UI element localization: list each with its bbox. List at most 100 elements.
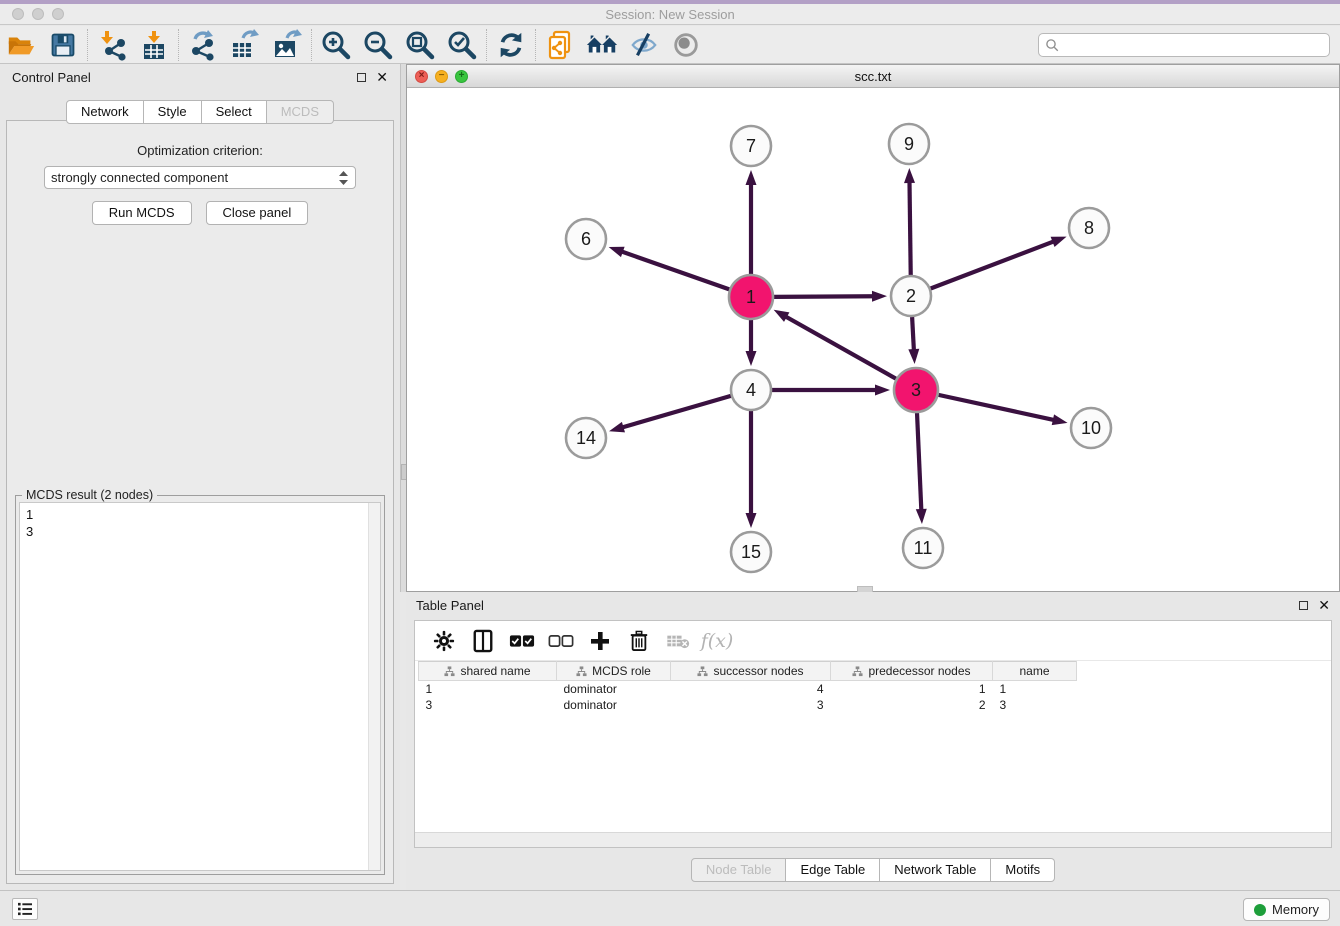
- zoom-out-button[interactable]: [357, 28, 399, 62]
- tab-select[interactable]: Select: [202, 100, 267, 124]
- graph-node[interactable]: 11: [903, 528, 943, 568]
- import-table-button[interactable]: [133, 28, 175, 62]
- column-header[interactable]: MCDS role: [557, 662, 671, 681]
- tab-mcds[interactable]: MCDS: [267, 100, 334, 124]
- graph-edge[interactable]: [774, 296, 874, 297]
- import-network-button[interactable]: [91, 28, 133, 62]
- task-history-button[interactable]: [12, 898, 38, 920]
- graph-edge[interactable]: [917, 413, 921, 511]
- network-titlebar[interactable]: × − + scc.txt: [407, 65, 1339, 88]
- graph-edge[interactable]: [938, 395, 1054, 420]
- copy-network-button[interactable]: [539, 28, 581, 62]
- network-canvas[interactable]: 7 9 6 8 1 2 4 3 14 10 15 11: [407, 88, 1339, 591]
- table-cell[interactable]: dominator: [557, 697, 671, 713]
- table-cell[interactable]: 3: [419, 697, 557, 713]
- column-header-label: name: [1019, 664, 1049, 678]
- graph-edge[interactable]: [621, 251, 729, 289]
- function-builder-button[interactable]: f(x): [702, 626, 732, 656]
- delete-column-button[interactable]: [624, 626, 654, 656]
- graph-edge-arrowhead: [908, 349, 919, 364]
- graph-node[interactable]: 9: [889, 124, 929, 164]
- graph-node[interactable]: 7: [731, 126, 771, 166]
- search-box[interactable]: [1038, 33, 1330, 57]
- table-row[interactable]: 1dominator411: [419, 681, 1077, 697]
- export-image-button[interactable]: [266, 28, 308, 62]
- zoom-in-button[interactable]: [315, 28, 357, 62]
- graph-edge[interactable]: [931, 241, 1055, 288]
- criterion-select[interactable]: strongly connected component: [44, 166, 356, 189]
- gear-icon: [433, 630, 455, 652]
- export-table-button[interactable]: [224, 28, 266, 62]
- refresh-button[interactable]: [490, 28, 532, 62]
- show-columns-button[interactable]: [468, 626, 498, 656]
- graph-node[interactable]: 15: [731, 532, 771, 572]
- delete-table-button[interactable]: [663, 626, 693, 656]
- table-row[interactable]: 3dominator323: [419, 697, 1077, 713]
- node-table[interactable]: shared nameMCDS rolesuccessor nodesprede…: [418, 661, 1077, 713]
- zoom-selected-button[interactable]: [441, 28, 483, 62]
- table-cell[interactable]: 4: [671, 681, 831, 697]
- open-session-button[interactable]: [0, 28, 42, 62]
- tab-network-table[interactable]: Network Table: [880, 858, 991, 882]
- graph-node[interactable]: 1: [729, 275, 773, 319]
- table-cell[interactable]: 3: [993, 697, 1077, 713]
- float-panel-icon[interactable]: [357, 73, 366, 82]
- column-header[interactable]: shared name: [419, 662, 557, 681]
- save-session-button[interactable]: [42, 28, 84, 62]
- graph-node[interactable]: 8: [1069, 208, 1109, 248]
- select-all-columns-button[interactable]: [507, 626, 537, 656]
- tab-motifs[interactable]: Motifs: [991, 858, 1055, 882]
- table-cell[interactable]: 1: [993, 681, 1077, 697]
- network-window: × − + scc.txt 7 9 6 8 1 2 4 3 14 10 15 11: [406, 64, 1340, 592]
- node-table-body[interactable]: 1dominator4113dominator323: [419, 681, 1077, 713]
- table-cell[interactable]: 1: [831, 681, 993, 697]
- column-header[interactable]: name: [993, 662, 1077, 681]
- tab-node-table[interactable]: Node Table: [691, 858, 787, 882]
- graph-edge[interactable]: [912, 317, 914, 351]
- result-scrollbar[interactable]: [368, 503, 380, 870]
- optimization-criterion-label: Optimization criterion:: [7, 143, 393, 158]
- mcds-result-list[interactable]: 1 3: [19, 502, 381, 871]
- show-details-button[interactable]: [665, 28, 707, 62]
- graph-node[interactable]: 3: [894, 368, 938, 412]
- table-panel-title: Table Panel: [416, 598, 484, 613]
- deselect-all-columns-button[interactable]: [546, 626, 576, 656]
- node-table-header[interactable]: shared nameMCDS rolesuccessor nodesprede…: [419, 662, 1077, 681]
- close-panel-icon[interactable]: ✕: [376, 70, 388, 84]
- graph-node[interactable]: 14: [566, 418, 606, 458]
- close-panel-button[interactable]: Close panel: [206, 201, 309, 225]
- table-hscrollbar[interactable]: [415, 832, 1331, 847]
- graph-node[interactable]: 4: [731, 370, 771, 410]
- hide-details-button[interactable]: [623, 28, 665, 62]
- column-header[interactable]: predecessor nodes: [831, 662, 993, 681]
- close-panel-icon[interactable]: ✕: [1318, 598, 1330, 612]
- tab-edge-table[interactable]: Edge Table: [786, 858, 880, 882]
- graph-node[interactable]: 2: [891, 276, 931, 316]
- table-cell[interactable]: dominator: [557, 681, 671, 697]
- float-panel-icon[interactable]: [1299, 601, 1308, 610]
- table-cell[interactable]: 3: [671, 697, 831, 713]
- houses-button[interactable]: [581, 28, 623, 62]
- memory-button[interactable]: Memory: [1243, 898, 1330, 921]
- graph-node[interactable]: 10: [1071, 408, 1111, 448]
- create-column-button[interactable]: [585, 626, 615, 656]
- add-icon: [590, 631, 610, 651]
- table-toolbar: f(x): [415, 621, 1331, 661]
- graph-edge[interactable]: [785, 316, 896, 379]
- network-canvas-svg: 7 9 6 8 1 2 4 3 14 10 15 11: [407, 88, 1339, 591]
- table-cell[interactable]: 1: [419, 681, 557, 697]
- tab-style[interactable]: Style: [144, 100, 202, 124]
- graph-edge[interactable]: [909, 181, 910, 275]
- table-settings-button[interactable]: [429, 626, 459, 656]
- search-input[interactable]: [1060, 35, 1329, 55]
- graph-node-label: 9: [904, 134, 914, 154]
- export-network-button[interactable]: [182, 28, 224, 62]
- table-cell[interactable]: 2: [831, 697, 993, 713]
- graph-edge[interactable]: [622, 396, 731, 428]
- column-header[interactable]: successor nodes: [671, 662, 831, 681]
- run-mcds-button[interactable]: Run MCDS: [92, 201, 192, 225]
- tab-network[interactable]: Network: [66, 100, 144, 124]
- graph-node[interactable]: 6: [566, 219, 606, 259]
- zoom-fit-button[interactable]: [399, 28, 441, 62]
- mcds-panel: Optimization criterion: strongly connect…: [6, 120, 394, 884]
